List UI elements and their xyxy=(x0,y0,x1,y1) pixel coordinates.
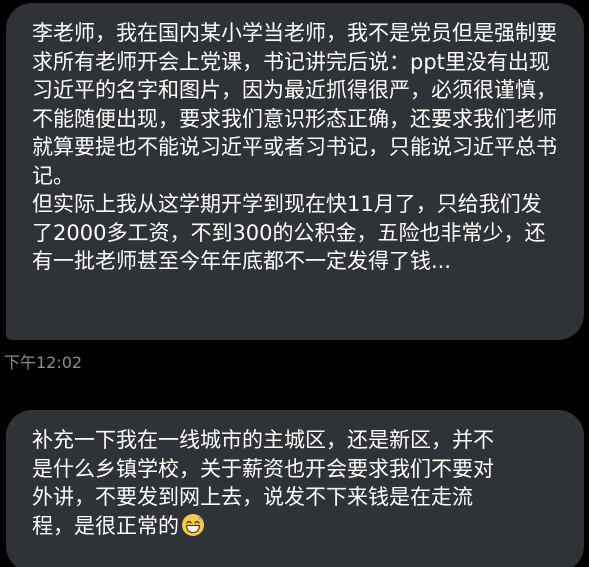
message-text: 李老师，我在国内某小学当老师，我不是党员但是强制要求所有老师开会上党课，书记讲完… xyxy=(32,21,557,273)
message-bubble[interactable]: 补充一下我在一线城市的主城区，还是新区，并不是什么乡镇学校，关于薪资也开会要求我… xyxy=(6,410,584,567)
message-text-content: 补充一下我在一线城市的主城区，还是新区，并不是什么乡镇学校，关于薪资也开会要求我… xyxy=(32,428,494,538)
message-timestamp: 下午12:02 xyxy=(4,353,83,372)
chat-view: 李老师，我在国内某小学当老师，我不是党员但是强制要求所有老师开会上党课，书记讲完… xyxy=(0,0,589,567)
message-text: 补充一下我在一线城市的主城区，还是新区，并不是什么乡镇学校，关于薪资也开会要求我… xyxy=(32,426,494,540)
grinning-face-with-sweat-icon xyxy=(182,513,204,536)
message-bubble[interactable]: 李老师，我在国内某小学当老师，我不是党员但是强制要求所有老师开会上党课，书记讲完… xyxy=(6,3,584,340)
